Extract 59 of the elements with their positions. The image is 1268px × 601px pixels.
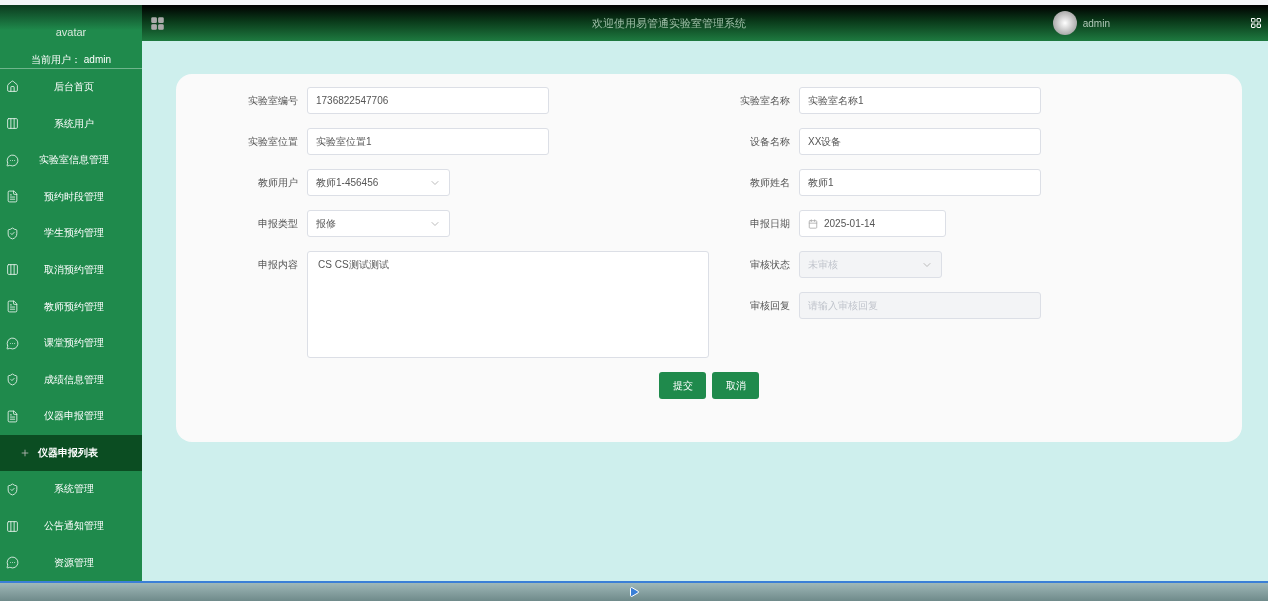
shield-icon	[6, 373, 19, 387]
submit-button[interactable]: 提交	[659, 372, 706, 399]
menu-item[interactable]: 实验室信息管理	[0, 141, 142, 179]
grid-icon[interactable]	[1250, 17, 1262, 29]
shield-icon	[6, 226, 19, 240]
field-label: 设备名称	[749, 135, 790, 149]
field-label: 申报日期	[749, 217, 790, 231]
select-field[interactable]: 报修	[307, 210, 450, 237]
select-field[interactable]: 教师1-456456	[307, 169, 450, 196]
field-label: 实验室编号	[247, 94, 298, 108]
calendar-icon	[808, 218, 818, 229]
document-icon	[6, 190, 19, 204]
input-field[interactable]: XX设备	[799, 128, 1041, 155]
menu-item[interactable]: 学生预约管理	[0, 215, 142, 252]
chat-bubble-icon	[6, 153, 19, 167]
play-icon[interactable]	[628, 586, 640, 598]
cancel-button[interactable]: 取消	[712, 372, 759, 399]
menu-item[interactable]: 仪器申报管理	[0, 398, 142, 435]
input-field[interactable]: 实验室名称1	[799, 87, 1041, 114]
menu-item[interactable]: 成绩信息管理	[0, 361, 142, 398]
field-label: 申报内容	[257, 258, 298, 272]
field-label: 审核状态	[749, 258, 790, 272]
input-field[interactable]: 实验室位置1	[307, 128, 549, 155]
field-label: 申报类型	[257, 217, 298, 231]
shield-icon	[6, 482, 19, 496]
avatar[interactable]	[1052, 11, 1077, 35]
chat-bubble-icon	[6, 336, 19, 350]
submenu-item[interactable]: 仪器申报列表	[0, 434, 142, 472]
field-label: 教师用户	[257, 176, 298, 190]
document-icon	[6, 300, 19, 313]
textarea-field[interactable]: CS CS测试测试	[307, 251, 709, 358]
menu-item[interactable]: 课堂预约管理	[0, 324, 142, 362]
field-label: 审核回复	[749, 299, 790, 313]
date-field[interactable]: 2025-01-14	[799, 210, 946, 237]
menu-item[interactable]: 公告通知管理	[0, 507, 142, 545]
field-label: 实验室位置	[247, 135, 298, 149]
document-icon	[6, 409, 19, 423]
header-username[interactable]: admin	[1082, 17, 1110, 29]
field-label: 教师姓名	[749, 176, 790, 190]
menu-item[interactable]: 取消预约管理	[0, 251, 142, 289]
input-field[interactable]: 1736822547706	[307, 87, 549, 114]
plus-icon	[20, 447, 30, 458]
menu-item[interactable]: 教师预约管理	[0, 288, 142, 325]
columns-icon	[6, 519, 19, 533]
menu-item[interactable]: 系统用户	[0, 105, 142, 142]
menu-item[interactable]: 后台首页	[0, 68, 142, 106]
menu-item[interactable]: 系统管理	[0, 471, 142, 508]
menu-item[interactable]: 预约时段管理	[0, 178, 142, 215]
grid-menu-icon[interactable]	[150, 15, 165, 31]
current-user-text: 当前用户： admin	[31, 53, 111, 67]
home-icon	[6, 80, 19, 94]
input-field[interactable]: 教师1	[799, 169, 1041, 196]
columns-icon	[6, 117, 19, 131]
header-title: 欢迎使用易管通实验室管理系统	[590, 15, 747, 31]
chat-bubble-icon	[6, 556, 19, 570]
menu-item[interactable]: 资源管理	[0, 544, 142, 581]
columns-icon	[6, 263, 19, 277]
avatar-label: avatar	[55, 26, 87, 38]
field-label: 实验室名称	[739, 94, 790, 108]
